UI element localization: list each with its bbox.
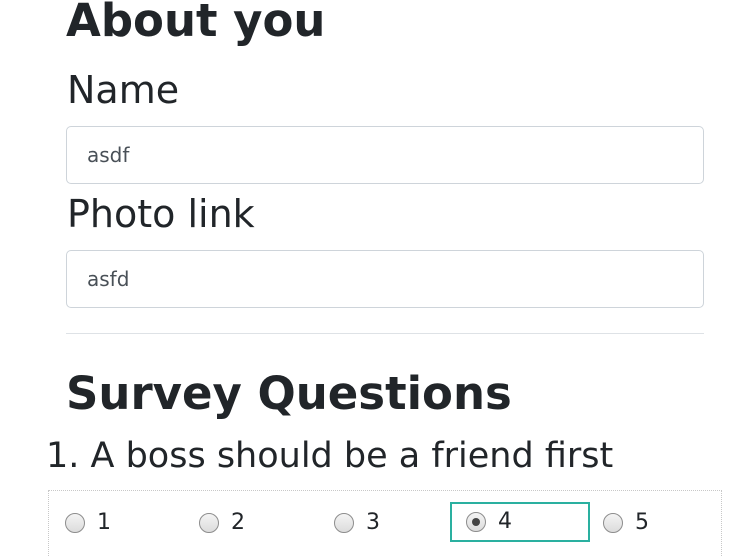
option-label: 1 xyxy=(97,510,111,535)
radio-button-icon[interactable] xyxy=(199,513,219,533)
question-1-label: 1. A boss should be a friend first xyxy=(46,436,614,476)
radio-button-checked-icon[interactable] xyxy=(466,512,486,532)
photo-link-input[interactable] xyxy=(66,250,704,308)
photo-link-label: Photo link xyxy=(67,192,255,236)
section-divider xyxy=(66,333,704,334)
option-label: 4 xyxy=(498,509,512,534)
question-1-option-5[interactable]: 5 xyxy=(603,507,649,539)
radio-button-icon[interactable] xyxy=(65,513,85,533)
name-label: Name xyxy=(67,68,180,112)
name-input[interactable] xyxy=(66,126,704,184)
radio-button-icon[interactable] xyxy=(603,513,623,533)
question-1-option-3[interactable]: 3 xyxy=(334,507,380,539)
question-1-option-2[interactable]: 2 xyxy=(199,507,245,539)
about-you-heading: About you xyxy=(66,0,326,47)
question-1-option-1[interactable]: 1 xyxy=(65,507,111,539)
radio-button-icon[interactable] xyxy=(334,513,354,533)
option-label: 5 xyxy=(635,510,649,535)
option-label: 3 xyxy=(366,510,380,535)
question-1-radio-group: 1 2 3 4 5 xyxy=(48,490,722,556)
question-1-option-4[interactable]: 4 xyxy=(450,502,590,542)
option-label: 2 xyxy=(231,510,245,535)
survey-questions-heading: Survey Questions xyxy=(66,367,512,420)
